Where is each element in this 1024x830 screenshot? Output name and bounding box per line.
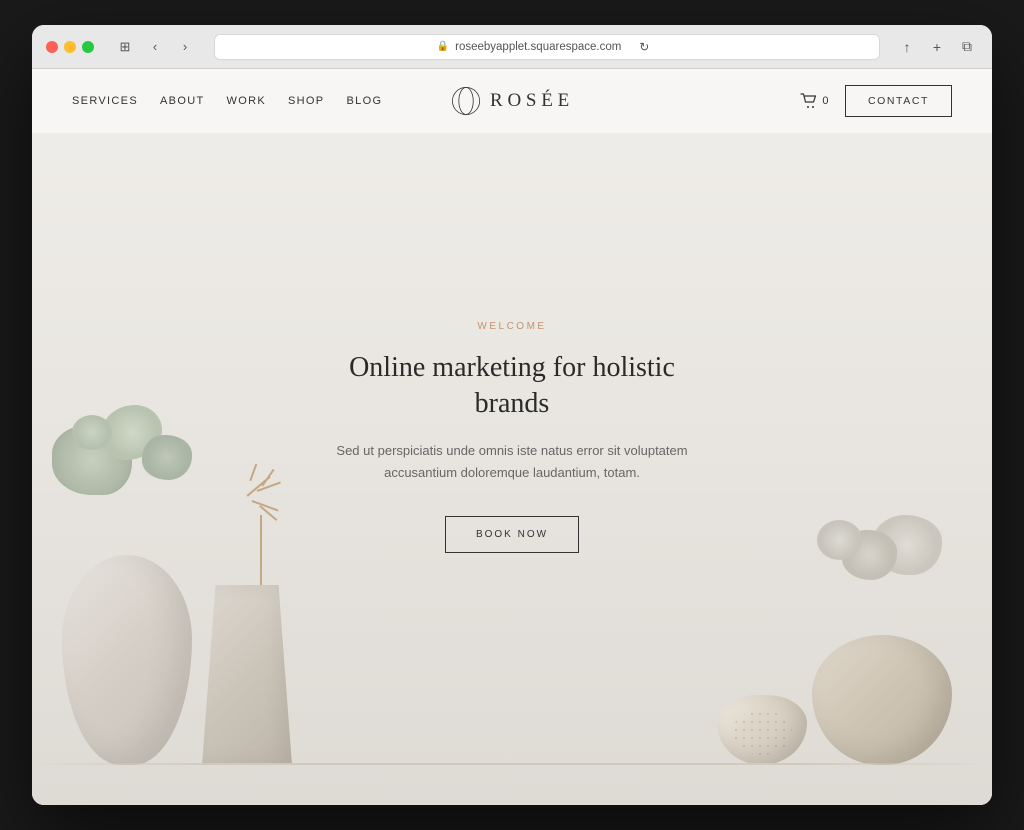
mac-window: ⊞ ‹ › 🔒 roseebyapplet.squarespace.com ↻ … (32, 25, 992, 805)
url-text: roseebyapplet.squarespace.com (455, 41, 621, 53)
traffic-lights (46, 41, 94, 53)
logo-text: ROSÉE (490, 90, 574, 112)
book-now-button[interactable]: BOOK NOW (445, 516, 579, 553)
minimize-button[interactable] (64, 41, 76, 53)
title-bar: ⊞ ‹ › 🔒 roseebyapplet.squarespace.com ↻ … (32, 25, 992, 69)
nav-about[interactable]: ABOUT (160, 95, 205, 107)
nav-left: SERVICES ABOUT WORK SHOP BLOG (72, 95, 512, 107)
nav-work[interactable]: WORK (227, 95, 267, 107)
hero-section: WELCOME Online marketing for holistic br… (32, 69, 992, 805)
reload-button[interactable]: ↻ (631, 37, 657, 57)
hero-subtext: Sed ut perspiciatis unde omnis iste natu… (312, 440, 712, 484)
sidebar-toggle-button[interactable]: ⊞ (112, 37, 138, 57)
forward-button[interactable]: › (172, 37, 198, 57)
lock-icon: 🔒 (437, 41, 449, 52)
site-nav: SERVICES ABOUT WORK SHOP BLOG ROSÉE (32, 69, 992, 133)
share-button[interactable]: ↑ (896, 36, 918, 58)
logo-circle-icon (450, 85, 482, 117)
tabs-button[interactable]: ⧉ (956, 36, 978, 58)
cart-icon (800, 93, 818, 109)
back-button[interactable]: ‹ (142, 37, 168, 57)
maximize-button[interactable] (82, 41, 94, 53)
new-tab-button[interactable]: + (926, 36, 948, 58)
contact-button[interactable]: CONTACT (845, 85, 952, 117)
hero-text-block: WELCOME Online marketing for holistic br… (312, 321, 712, 554)
address-bar[interactable]: 🔒 roseebyapplet.squarespace.com ↻ (214, 34, 880, 60)
nav-blog[interactable]: BLOG (346, 95, 382, 107)
cart-count: 0 (822, 95, 829, 107)
title-bar-right: ↑ + ⧉ (896, 36, 978, 58)
hero-headline: Online marketing for holistic brands (312, 350, 712, 423)
nav-shop[interactable]: SHOP (288, 95, 324, 107)
nav-services[interactable]: SERVICES (72, 95, 138, 107)
nav-logo[interactable]: ROSÉE (450, 85, 574, 117)
hero-welcome-label: WELCOME (312, 321, 712, 332)
close-button[interactable] (46, 41, 58, 53)
site-content: SERVICES ABOUT WORK SHOP BLOG ROSÉE (32, 69, 992, 805)
cart-button[interactable]: 0 (800, 93, 829, 109)
nav-controls: ⊞ ‹ › (112, 37, 198, 57)
nav-right: 0 CONTACT (512, 85, 952, 117)
